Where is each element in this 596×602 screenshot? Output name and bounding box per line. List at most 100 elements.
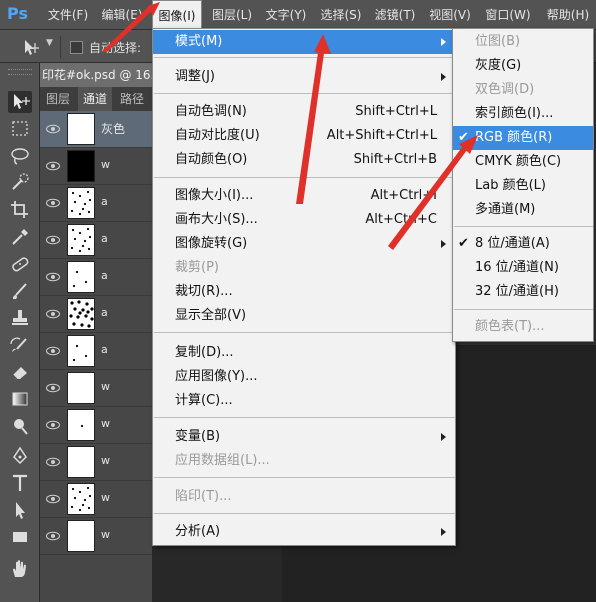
eye-icon[interactable] [46,419,60,431]
rectangle-tool-icon[interactable] [8,526,32,548]
gradient-tool-icon[interactable] [8,388,32,410]
menu-item-duplicate[interactable]: 复制(D)... [153,341,455,365]
document-tab[interactable]: 印花#ok.psd @ 16.7% [40,63,152,87]
channel-label: 灰色 [101,122,126,136]
dodge-tool-icon[interactable] [8,415,32,437]
menu-select[interactable]: 选择(S) [318,0,364,30]
healing-brush-tool-icon[interactable] [8,253,32,275]
path-selection-tool-icon[interactable] [8,499,32,521]
menu-separator [154,513,455,514]
submenu-item-cmyk-color[interactable]: CMYK 颜色(C) [453,150,593,174]
eye-icon[interactable] [46,197,60,209]
pen-tool-icon[interactable] [8,445,32,467]
clone-stamp-tool-icon[interactable] [8,307,32,329]
menu-separator [154,332,455,333]
submenu-item-indexed-color[interactable]: 索引颜色(I)... [453,102,593,126]
menu-item-analysis[interactable]: 分析(A) [153,520,455,544]
menu-item-variables[interactable]: 变量(B) [153,425,455,449]
toolbar-grip[interactable] [8,69,32,75]
channel-row[interactable]: a [40,296,152,333]
channel-row[interactable]: w [40,407,152,444]
eye-icon[interactable] [46,382,60,394]
eye-icon[interactable] [46,456,60,468]
menu-file[interactable]: 文件(F) [45,0,91,30]
quick-selection-tool-icon[interactable] [8,172,32,194]
channel-thumbnail [67,372,95,404]
channel-row[interactable]: w [40,148,152,185]
channel-thumbnail [67,446,95,478]
menu-item-mode[interactable]: 模式(M) [153,30,455,54]
tab-channels[interactable]: 通道 [78,87,112,111]
eye-icon[interactable] [46,271,60,283]
menu-item-auto-tone[interactable]: 自动色调(N) Shift+Ctrl+L [153,100,455,124]
menu-bar: Ps 文件(F) 编辑(E) 图像(I) 图层(L) 文字(Y) 选择(S) 滤… [0,0,596,30]
channel-row[interactable]: a [40,222,152,259]
submenu-arrow-icon [441,38,446,46]
menu-item-calculations[interactable]: 计算(C)... [153,389,455,413]
menu-help[interactable]: 帮助(H) [542,0,594,30]
submenu-item-rgb-color[interactable]: ✔ RGB 颜色(R) [453,126,593,150]
submenu-item-grayscale[interactable]: 灰度(G) [453,54,593,78]
menu-item-image-rotation[interactable]: 图像旋转(G) [153,232,455,256]
brush-tool-icon[interactable] [8,280,32,302]
tab-layers[interactable]: 图层 [42,87,74,111]
channel-row[interactable]: a [40,185,152,222]
channel-row[interactable]: w [40,444,152,481]
eye-icon[interactable] [46,308,60,320]
menu-type[interactable]: 文字(Y) [263,0,309,30]
move-tool-icon[interactable] [8,91,32,113]
type-tool-icon[interactable] [8,472,32,494]
crop-tool-icon[interactable] [8,199,32,221]
eye-icon[interactable] [46,234,60,246]
submenu-item-multichannel[interactable]: 多通道(M) [453,198,593,222]
auto-select-checkbox[interactable] [70,41,83,54]
menu-item-image-size[interactable]: 图像大小(I)... Alt+Ctrl+I [153,184,455,208]
menu-item-trim[interactable]: 裁切(R)... [153,280,455,304]
menu-separator [154,93,455,94]
channel-row[interactable]: w [40,518,152,555]
menu-view[interactable]: 视图(V) [426,0,474,30]
eye-icon[interactable] [46,123,60,135]
channel-row[interactable]: a [40,333,152,370]
photoshop-logo: Ps [7,4,28,23]
submenu-item-bitmap: 位图(B) [475,34,521,49]
menu-image[interactable]: 图像(I) [152,0,202,30]
eraser-tool-icon[interactable] [8,361,32,383]
menu-item-reveal-all[interactable]: 显示全部(V) [153,304,455,328]
hand-tool-icon[interactable] [8,558,32,580]
eye-icon[interactable] [46,493,60,505]
eye-icon[interactable] [46,530,60,542]
tab-paths[interactable]: 路径 [116,87,148,111]
channel-thumbnail [67,483,95,515]
submenu-item-lab-color[interactable]: Lab 颜色(L) [453,174,593,198]
tool-preset-dropdown-icon[interactable]: ▼ [46,38,53,48]
submenu-item-16-bit[interactable]: 16 位/通道(N) [453,256,593,280]
submenu-item-8-bit[interactable]: ✔ 8 位/通道(A) [453,232,593,256]
move-tool-icon[interactable] [22,39,40,57]
menu-item-auto-contrast[interactable]: 自动对比度(U) Alt+Shift+Ctrl+L [153,124,455,148]
channel-label: w [101,491,110,504]
channel-thumbnail [67,409,95,441]
menu-item-adjustments[interactable]: 调整(J) [153,65,455,89]
menu-item-canvas-size[interactable]: 画布大小(S)... Alt+Ctrl+C [153,208,455,232]
channel-row[interactable]: 灰色 [40,111,152,148]
mode-submenu: 位图(B) 灰度(G) 双色调(D) 索引颜色(I)... ✔ RGB 颜色(R)… [452,28,594,342]
marquee-tool-icon[interactable] [8,118,32,140]
menu-filter[interactable]: 滤镜(T) [372,0,418,30]
channel-row[interactable]: a [40,259,152,296]
submenu-arrow-icon [441,240,446,248]
menu-edit[interactable]: 编辑(E) [99,0,145,30]
eye-icon[interactable] [46,345,60,357]
checkmark-icon: ✔ [458,236,469,251]
lasso-tool-icon[interactable] [8,145,32,167]
menu-item-apply-image[interactable]: 应用图像(Y)... [153,365,455,389]
menu-window[interactable]: 窗口(W) [483,0,533,30]
eyedropper-tool-icon[interactable] [8,226,32,248]
menu-item-auto-color[interactable]: 自动颜色(O) Shift+Ctrl+B [153,148,455,172]
channel-row[interactable]: w [40,481,152,518]
history-brush-tool-icon[interactable] [8,334,32,356]
submenu-item-32-bit[interactable]: 32 位/通道(H) [453,280,593,304]
eye-icon[interactable] [46,160,60,172]
channel-row[interactable]: w [40,370,152,407]
menu-layer[interactable]: 图层(L) [209,0,255,30]
